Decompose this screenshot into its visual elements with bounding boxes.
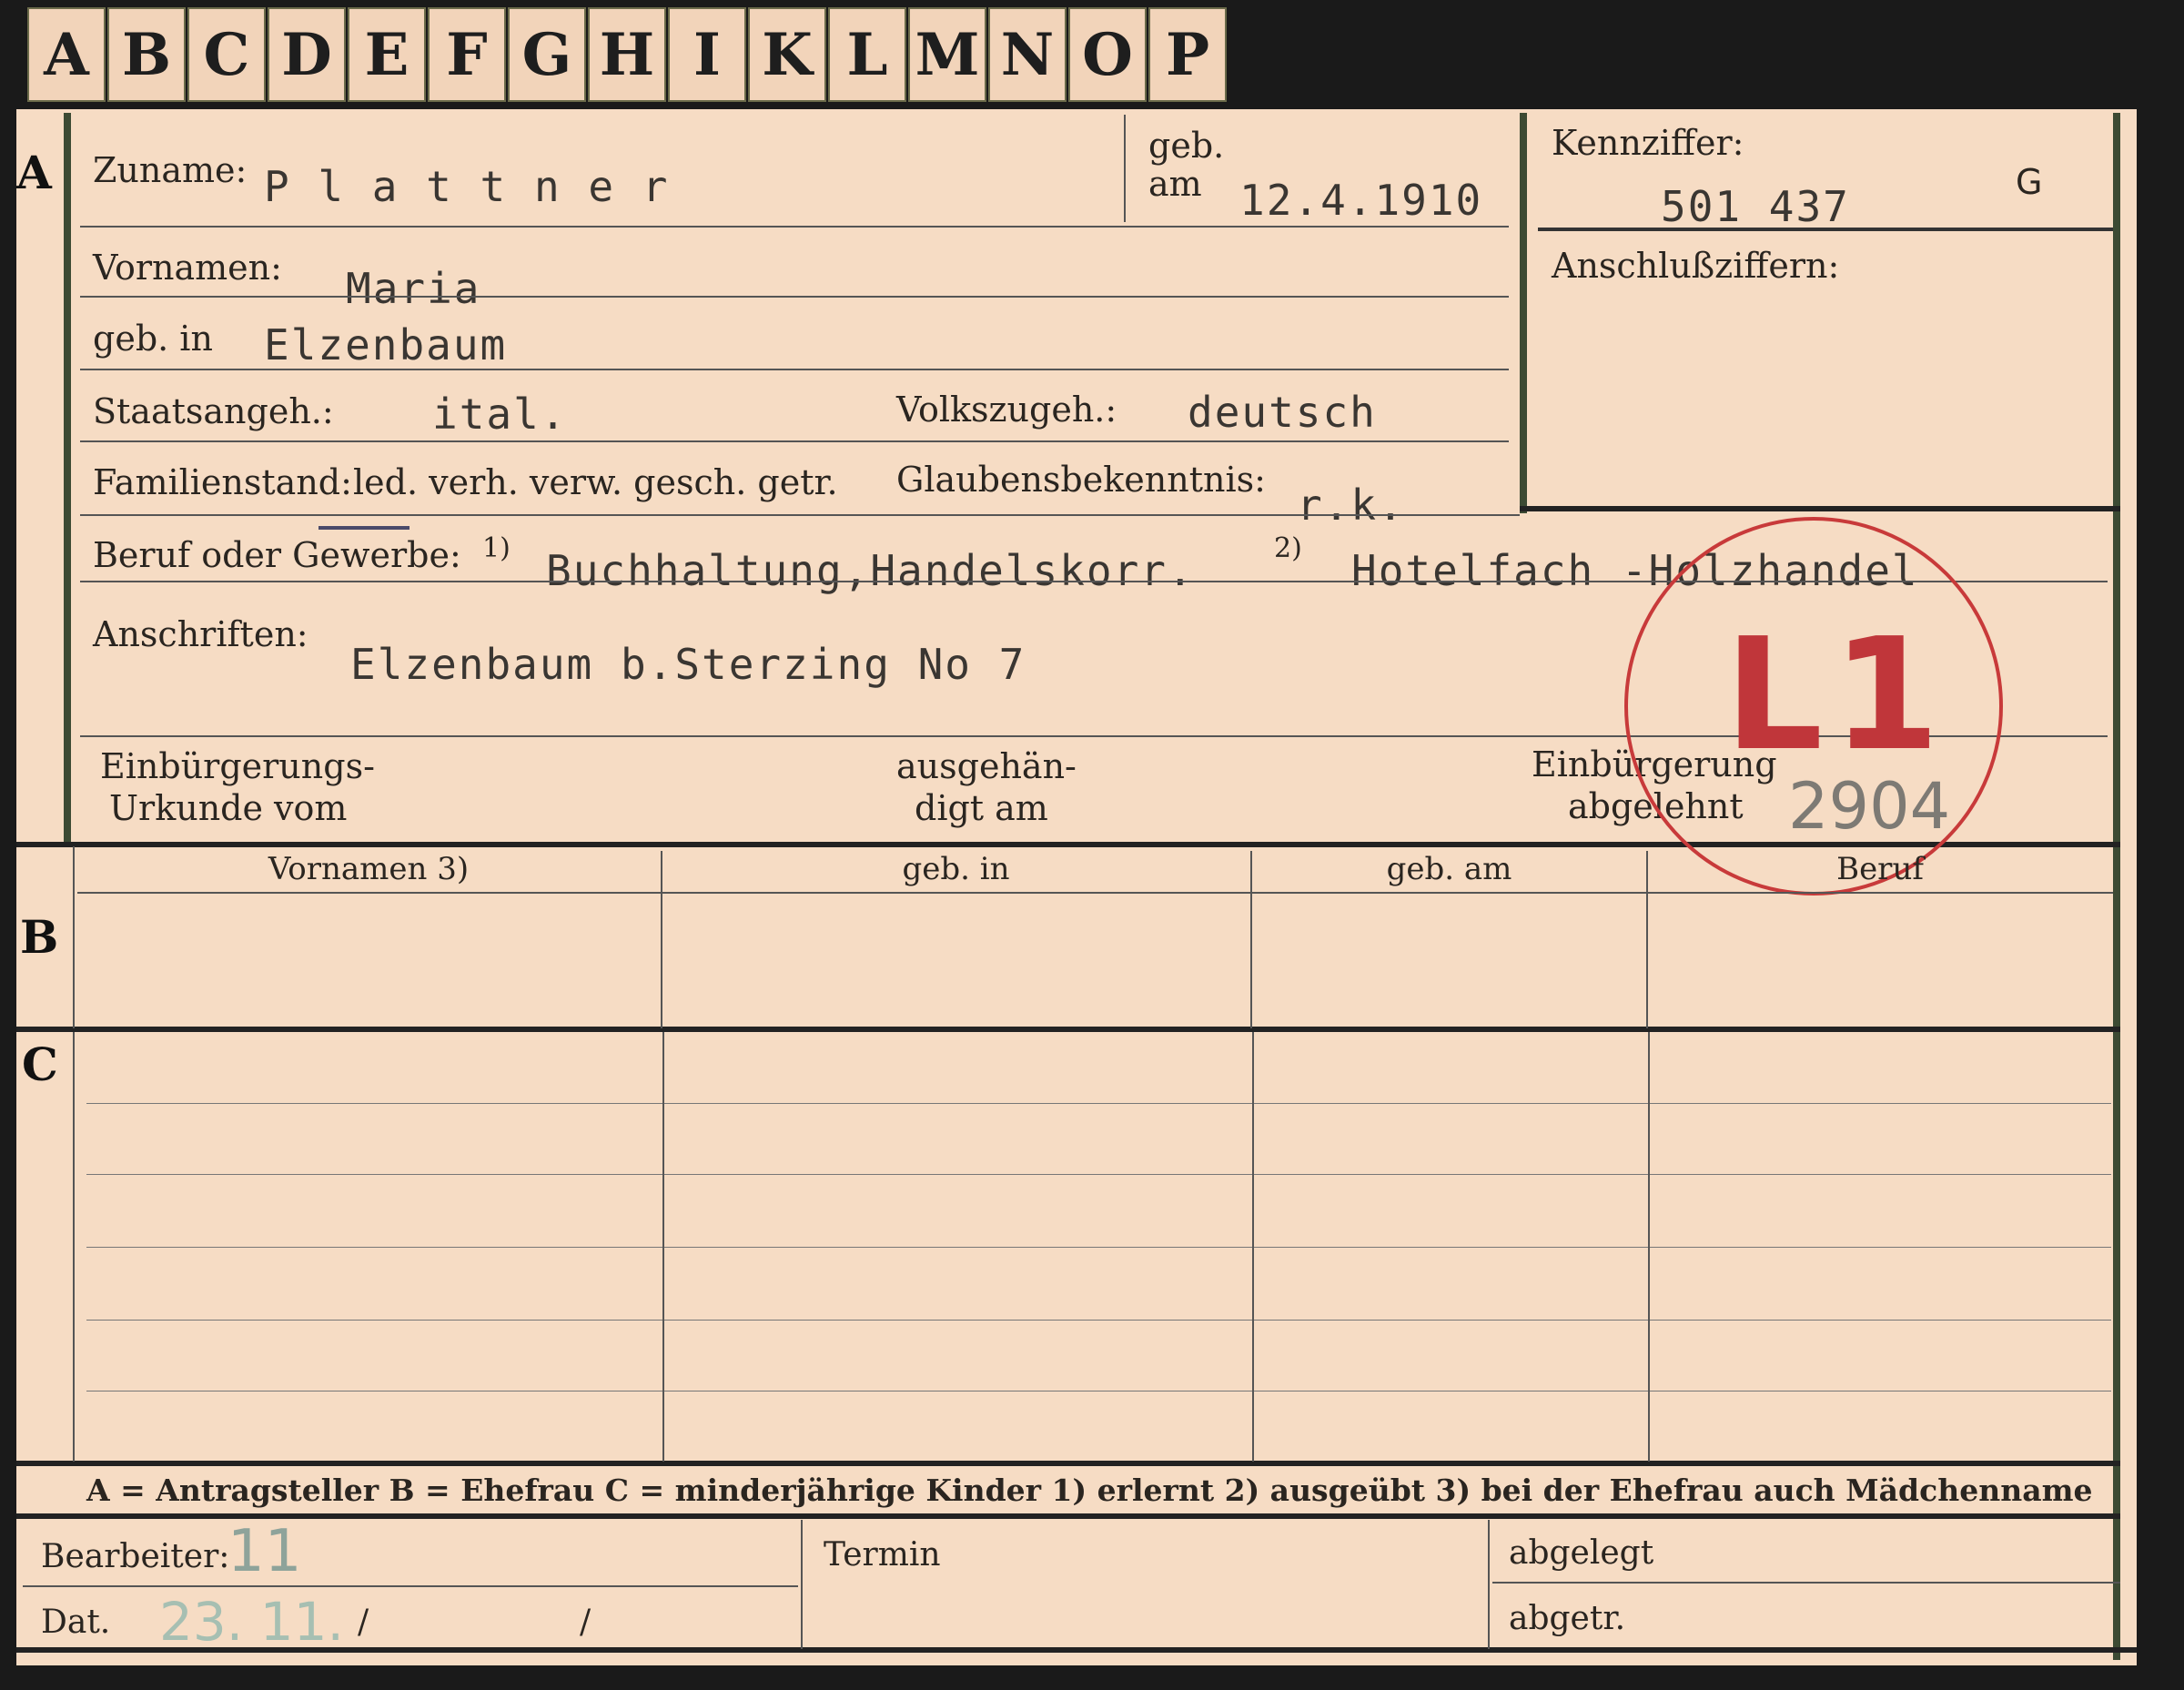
anschriften-value[interactable]: Elzenbaum b.Sterzing No 7 bbox=[350, 640, 1026, 689]
tab-letter-a[interactable]: A bbox=[27, 7, 106, 102]
row3-line bbox=[80, 369, 1509, 370]
row1-line bbox=[80, 226, 1509, 228]
tab-letter-n[interactable]: N bbox=[988, 7, 1067, 102]
glaubensbekenntnis-label: Glaubensbekenntnis: bbox=[896, 460, 1266, 500]
section-c-row-line bbox=[86, 1103, 2111, 1104]
tab-letter-d[interactable]: D bbox=[268, 7, 346, 102]
beruf-1-mark: 1) bbox=[482, 532, 511, 564]
geb-divider bbox=[1124, 115, 1126, 222]
section-c-col-line-2 bbox=[1252, 1032, 1254, 1462]
tab-letter-o[interactable]: O bbox=[1068, 7, 1147, 102]
section-c-row-line bbox=[86, 1247, 2111, 1248]
ausgehaendigt-label-2: digt am bbox=[915, 788, 1048, 828]
col-header-geb-in: geb. in bbox=[902, 851, 1010, 887]
section-a-letter: A bbox=[16, 146, 52, 199]
tab-letter-i[interactable]: I bbox=[668, 7, 746, 102]
beruf-2-mark: 2) bbox=[1274, 532, 1302, 564]
kennziffer-line bbox=[1538, 228, 2113, 231]
geb-label-2: am bbox=[1148, 164, 1202, 204]
row5-line bbox=[80, 514, 1520, 516]
footer-col-line-1 bbox=[801, 1520, 803, 1649]
vornamen-label: Vornamen: bbox=[93, 248, 282, 288]
bearbeiter-value[interactable]: 11 bbox=[228, 1518, 301, 1585]
beruf-1-value[interactable]: Buchhaltung,Handelskorr. bbox=[546, 546, 1195, 595]
section-b-col-line-2 bbox=[1250, 851, 1252, 1028]
dat-label: Dat. bbox=[41, 1604, 111, 1641]
col-header-geb-am: geb. am bbox=[1386, 851, 1512, 887]
left-border-a bbox=[64, 113, 71, 846]
staatsangeh-value[interactable]: ital. bbox=[432, 390, 567, 439]
section-b-col-line-1 bbox=[661, 851, 662, 1028]
einbuergerung-urkunde-label-1: Einbürgerungs- bbox=[100, 746, 375, 786]
staatsangeh-label: Staatsangeh.: bbox=[93, 391, 334, 431]
dat-value[interactable]: 23. 11. bbox=[159, 1591, 344, 1653]
col-header-beruf: Beruf bbox=[1836, 851, 1924, 887]
tab-letter-h[interactable]: H bbox=[588, 7, 666, 102]
vornamen-value[interactable]: Maria bbox=[346, 264, 480, 313]
stamp-number: 2904 bbox=[1788, 769, 1951, 844]
tab-letter-k[interactable]: K bbox=[748, 7, 826, 102]
glaubensbekenntnis-value[interactable]: r.k. bbox=[1297, 481, 1405, 530]
footer-col-line-2 bbox=[1488, 1520, 1490, 1649]
tab-letter-f[interactable]: F bbox=[428, 7, 506, 102]
section-c-row-line bbox=[86, 1320, 2111, 1321]
ausgehaendigt-label-1: ausgehän- bbox=[896, 746, 1077, 786]
anschlussziffern-label: Anschlußziffern: bbox=[1552, 246, 1840, 286]
divider-legend-footer bbox=[16, 1513, 2120, 1519]
section-c-col-line-3 bbox=[1648, 1032, 1650, 1462]
beruf-label: Beruf oder Gewerbe: bbox=[93, 535, 461, 575]
divider-b-c bbox=[16, 1027, 2120, 1032]
section-c-left-line bbox=[73, 1032, 75, 1462]
divider-c-legend bbox=[16, 1461, 2120, 1466]
tab-letter-p[interactable]: P bbox=[1148, 7, 1227, 102]
familienstand-options: led. verh. verw. gesch. getr. bbox=[353, 462, 838, 502]
anschriften-label: Anschriften: bbox=[93, 614, 308, 654]
dat-slash-2: / bbox=[580, 1604, 592, 1641]
tab-letter-b[interactable]: B bbox=[107, 7, 186, 102]
section-c-col-line-1 bbox=[662, 1032, 664, 1462]
stamp-text: L1 bbox=[1724, 605, 1949, 785]
kennziffer-box-left bbox=[1520, 113, 1527, 513]
section-b-col-line-3 bbox=[1646, 851, 1648, 1028]
kennziffer-value[interactable]: 501 437 bbox=[1661, 182, 1850, 231]
geb-label-1: geb. bbox=[1148, 126, 1225, 166]
zuname-value[interactable]: P l a t t n e r bbox=[264, 162, 669, 211]
familienstand-label: Familienstand: bbox=[93, 462, 352, 502]
bearbeiter-label: Bearbeiter: bbox=[41, 1538, 230, 1575]
tab-letter-m[interactable]: M bbox=[908, 7, 986, 102]
abgelegt-line bbox=[1492, 1582, 2120, 1584]
kennziffer-box-bottom bbox=[1520, 506, 2120, 511]
section-b-left-line bbox=[73, 846, 75, 1028]
zuname-label: Zuname: bbox=[93, 150, 248, 190]
kennziffer-label: Kennziffer: bbox=[1552, 123, 1744, 163]
legend-text: A = Antragsteller B = Ehefrau C = minder… bbox=[86, 1472, 2093, 1508]
right-border bbox=[2113, 113, 2120, 1660]
kennziffer-suffix: G bbox=[2016, 162, 2043, 202]
tab-letter-g[interactable]: G bbox=[508, 7, 586, 102]
einbuergerung-urkunde-label-2: Urkunde vom bbox=[109, 788, 348, 828]
section-c-row-line bbox=[86, 1174, 2111, 1175]
geb-value[interactable]: 12.4.1910 bbox=[1239, 176, 1482, 225]
termin-label: Termin bbox=[824, 1536, 941, 1574]
tab-letter-e[interactable]: E bbox=[348, 7, 426, 102]
col-header-vornamen: Vornamen 3) bbox=[268, 851, 470, 887]
abgetr-label: abgetr. bbox=[1509, 1600, 1626, 1637]
tab-letter-c[interactable]: C bbox=[187, 7, 266, 102]
dat-slash-1: / bbox=[358, 1604, 369, 1641]
familienstand-underline bbox=[318, 526, 410, 530]
abgelegt-label: abgelegt bbox=[1509, 1534, 1654, 1572]
gebin-label: geb. in bbox=[93, 319, 213, 359]
section-b-letter: B bbox=[20, 910, 59, 964]
volkszugeh-label: Volkszugeh.: bbox=[896, 390, 1117, 430]
bearbeiter-line bbox=[23, 1585, 798, 1587]
section-b-header-line bbox=[77, 892, 2113, 894]
row4-line bbox=[80, 440, 1509, 442]
row2-line bbox=[80, 296, 1509, 298]
section-c-letter: C bbox=[22, 1037, 58, 1091]
volkszugeh-value[interactable]: deutsch bbox=[1188, 388, 1377, 437]
gebin-value[interactable]: Elzenbaum bbox=[264, 320, 507, 369]
tab-letter-l[interactable]: L bbox=[828, 7, 906, 102]
